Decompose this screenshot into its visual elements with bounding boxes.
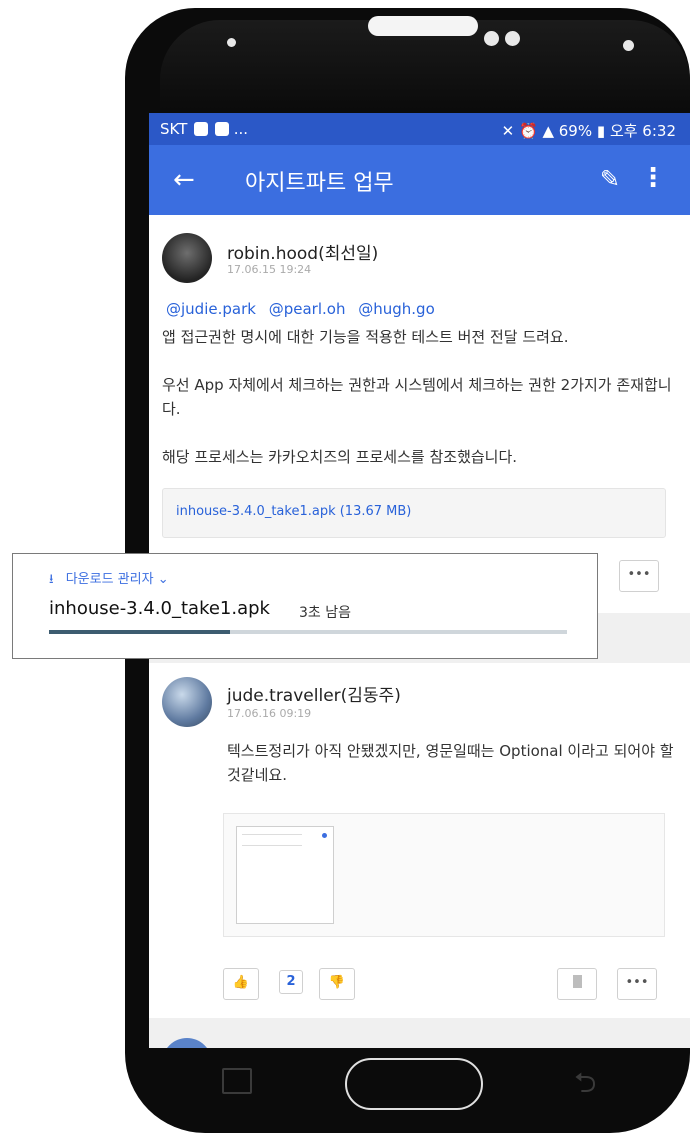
overflow-menu-icon[interactable]: ⋮ — [640, 163, 666, 193]
bookmark-button[interactable] — [557, 968, 597, 1000]
attachment-label: inhouse-3.4.0_take1.apk (13.67 MB) — [176, 504, 412, 519]
download-progress-fill — [49, 630, 231, 634]
alarm-icon: ⏰ — [518, 122, 538, 140]
thumbs-up-icon: 👍 — [232, 975, 250, 990]
front-camera — [484, 31, 499, 46]
status-bar: SKT ... ✕ ⏰ ▲ 69% ▮ 오후 6:32 — [149, 113, 690, 145]
front-sensor — [505, 31, 520, 46]
carrier-label: SKT — [160, 120, 188, 138]
notification-icon — [194, 122, 209, 136]
like-button[interactable]: 👍 — [223, 968, 259, 1000]
post-text: 해당 프로세스는 카카오치즈의 프로세스를 참조했습니다. — [162, 448, 518, 466]
status-right: ✕ ⏰ ▲ 69% ▮ 오후 6:32 — [502, 120, 676, 141]
led-indicator — [623, 40, 634, 51]
proximity-sensor — [227, 38, 236, 47]
app-bar: ← 아지트파트 업무 ✎ ⋮ — [149, 145, 690, 215]
back-arrow-icon[interactable]: ← — [173, 165, 195, 195]
clock: 오후 6:32 — [609, 122, 676, 140]
post-text: 앱 접근권한 명시에 대한 기능을 적용한 테스트 버젼 전달 드려요. — [162, 328, 569, 346]
post-author[interactable]: jude.traveller(김동주) — [227, 681, 401, 706]
app-notification-icon — [214, 122, 229, 136]
download-progress-bar — [49, 630, 567, 634]
page-title: 아지트파트 업무 — [245, 171, 394, 196]
battery-icon: ▮ — [596, 122, 606, 140]
download-notification[interactable]: ⭳ 다운로드 관리자 ⌄ inhouse-3.4.0_take1.apk 3초 … — [12, 553, 598, 659]
thumbnail-content — [242, 834, 302, 846]
battery-percent: 69% — [558, 122, 593, 140]
like-count[interactable]: 2 — [279, 970, 303, 994]
post-separator — [149, 1018, 690, 1048]
more-notifications: ... — [233, 120, 249, 138]
home-button[interactable] — [345, 1058, 483, 1110]
post-date: 17.06.16 09:19 — [227, 707, 312, 720]
mute-icon: ✕ — [501, 122, 515, 140]
compose-icon[interactable]: ✎ — [600, 165, 620, 193]
download-icon: ⭳ — [49, 572, 54, 587]
mention-link[interactable]: @judie.park — [166, 300, 256, 318]
attachment-link[interactable]: inhouse-3.4.0_take1.apk (13.67 MB) — [162, 488, 666, 538]
more-button[interactable]: ••• — [617, 968, 657, 1000]
thumbs-down-icon: 👎 — [328, 975, 346, 990]
mention-link[interactable]: @hugh.go — [358, 300, 435, 318]
recent-apps-icon[interactable] — [222, 1068, 252, 1094]
mention-link[interactable]: @pearl.oh — [269, 300, 346, 318]
post-author[interactable]: robin.hood(최선일) — [227, 239, 378, 264]
more-button[interactable]: ••• — [619, 560, 659, 592]
image-attachment[interactable] — [223, 813, 665, 937]
post-text: 우선 App 자체에서 체크하는 권한과 시스템에서 체크하는 권한 2가지가 … — [162, 376, 672, 418]
back-icon[interactable]: ⮌ — [574, 1062, 596, 1110]
mention-list: @judie.park @pearl.oh @hugh.go — [166, 300, 443, 318]
download-manager-label: 다운로드 관리자 — [65, 572, 154, 587]
post-date: 17.06.15 19:24 — [227, 263, 312, 276]
avatar[interactable] — [162, 233, 212, 283]
post-text: 텍스트정리가 아직 안됐겠지만, 영문일때는 Optional 이라고 되어야 … — [227, 742, 674, 784]
download-filename: inhouse-3.4.0_take1.apk — [49, 598, 270, 619]
image-thumbnail — [236, 826, 334, 924]
status-left: SKT ... — [160, 120, 248, 138]
earpiece-speaker — [368, 16, 478, 36]
download-header[interactable]: ⭳ 다운로드 관리자 ⌄ — [49, 568, 169, 592]
chevron-down-icon[interactable]: ⌄ — [158, 572, 169, 587]
avatar[interactable] — [162, 677, 212, 727]
dislike-button[interactable]: 👎 — [319, 968, 355, 1000]
thumbnail-dot-icon — [322, 833, 327, 838]
bookmark-icon — [572, 975, 582, 988]
navigation-bar: ⮌ — [149, 1048, 690, 1133]
signal-icon: ▲ — [542, 122, 554, 140]
download-time-remaining: 3초 남음 — [299, 605, 351, 621]
